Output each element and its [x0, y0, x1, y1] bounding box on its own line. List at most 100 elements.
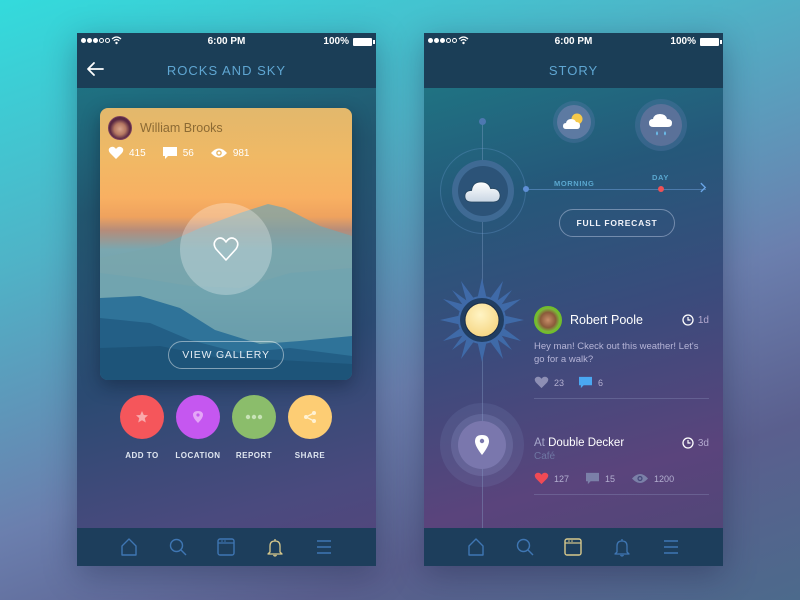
tab-home[interactable]: [465, 536, 487, 558]
partly-sunny-icon: [563, 113, 583, 129]
likes-count: 23: [554, 377, 565, 388]
checkin-time-value: 3d: [697, 437, 709, 449]
rocks-and-sky-screen: 6:00 PM 100% ROCKS AND SKY William Brook…: [77, 33, 376, 566]
location-button[interactable]: LOCATION: [175, 395, 221, 460]
eye-icon: [632, 474, 649, 483]
heart-outline-icon: [213, 237, 239, 261]
tab-search[interactable]: [167, 536, 189, 558]
views-count: 1200: [654, 473, 675, 484]
clock-icon: [682, 314, 694, 326]
search-icon: [169, 538, 187, 556]
photo-card[interactable]: William Brooks 415 56 981 VIEW GALLERY: [100, 108, 352, 380]
post-text: Hey man! Ckeck out this weather! Let's g…: [534, 341, 699, 365]
checkin-post[interactable]: At Double Decker 3d Café 127 15 1200: [534, 437, 709, 495]
heart-icon[interactable]: [534, 376, 549, 389]
tab-search[interactable]: [514, 536, 536, 558]
tab-menu[interactable]: [660, 536, 682, 558]
comment-icon[interactable]: [585, 472, 600, 485]
tab-notifications[interactable]: [264, 536, 286, 558]
full-forecast-button[interactable]: FULL FORECAST: [559, 209, 675, 237]
comment-icon[interactable]: [162, 146, 178, 160]
likes-count: 127: [554, 473, 570, 484]
views-count: 981: [232, 147, 250, 159]
partly-sunny-forecast[interactable]: [553, 101, 595, 143]
timeline-start-dot: [479, 118, 486, 125]
avatar[interactable]: [534, 306, 562, 334]
report-label: REPORT: [235, 451, 273, 460]
like-button[interactable]: [180, 203, 272, 295]
status-bar: 6:00 PM 100%: [424, 33, 723, 51]
tab-bar: [424, 528, 723, 566]
comments-count: 6: [598, 377, 604, 388]
morning-label: MORNING: [554, 179, 595, 188]
heart-icon[interactable]: [534, 472, 549, 485]
menu-icon: [316, 540, 331, 554]
post-author[interactable]: Robert Poole: [570, 313, 682, 327]
share-label: SHARE: [294, 451, 326, 460]
comments-count: 15: [605, 473, 616, 484]
rain-cloud-icon: [649, 114, 672, 136]
more-dots-icon: [245, 414, 263, 420]
clock-icon: [682, 437, 694, 449]
eye-icon: [210, 148, 227, 158]
location-label: LOCATION: [175, 451, 221, 460]
checkin-stats: 127 15 1200: [534, 472, 709, 485]
calendar-icon: [217, 538, 236, 556]
share-button[interactable]: SHARE: [288, 395, 332, 460]
avatar[interactable]: [108, 116, 132, 140]
heart-icon[interactable]: [108, 146, 124, 160]
rain-forecast[interactable]: [635, 99, 687, 151]
post-time: 1d: [682, 314, 709, 326]
tab-calendar[interactable]: [562, 536, 584, 558]
battery-percent: 100%: [670, 36, 696, 47]
location-pin-icon: [475, 435, 489, 455]
report-button[interactable]: REPORT: [232, 395, 276, 460]
divider: [534, 398, 709, 399]
checkin-place[interactable]: Double Decker: [548, 437, 624, 449]
home-icon: [121, 538, 137, 556]
view-gallery-button[interactable]: VIEW GALLERY: [168, 341, 284, 369]
battery-percent: 100%: [323, 36, 349, 47]
post-time-value: 1d: [697, 314, 709, 326]
story-post[interactable]: Robert Poole 1d Hey man! Ckeck out this …: [534, 306, 709, 399]
calendar-icon: [564, 538, 583, 556]
current-time-marker[interactable]: [658, 186, 664, 192]
add-to-button[interactable]: ADD TO: [120, 395, 164, 460]
action-buttons: ADD TO LOCATION REPORT SHARE: [100, 395, 352, 460]
comments-count: 56: [182, 147, 194, 159]
divider: [534, 494, 709, 495]
comment-icon[interactable]: [578, 376, 593, 389]
tab-bar: [77, 528, 376, 566]
checkin-time: 3d: [682, 437, 709, 449]
tab-calendar[interactable]: [215, 536, 237, 558]
bell-icon: [614, 539, 630, 557]
search-icon: [516, 538, 534, 556]
author-name[interactable]: William Brooks: [140, 121, 223, 135]
current-weather[interactable]: [452, 160, 514, 222]
checkin-prefix: At: [534, 437, 545, 449]
tab-home[interactable]: [118, 536, 140, 558]
star-icon: [136, 411, 148, 423]
nav-bar: ROCKS AND SKY: [77, 51, 376, 88]
page-title: ROCKS AND SKY: [166, 63, 287, 78]
story-screen: 6:00 PM 100% STORY MORNING DAY FULL FORE…: [424, 33, 723, 566]
tab-notifications[interactable]: [611, 536, 633, 558]
checkin-title: At Double Decker: [534, 437, 682, 449]
share-icon: [304, 411, 316, 423]
location-pin-icon: [193, 411, 203, 423]
location-node[interactable]: [440, 403, 524, 487]
page-title: STORY: [548, 63, 599, 78]
forecast-timeline: [526, 189, 706, 190]
card-stats: 415 56 981: [108, 146, 250, 160]
cloud-icon: [464, 181, 501, 202]
tab-menu[interactable]: [313, 536, 335, 558]
sun-node[interactable]: [440, 278, 524, 362]
chevron-right-icon[interactable]: [700, 182, 707, 196]
day-label: DAY: [652, 173, 669, 182]
menu-icon: [663, 540, 678, 554]
timeline-node: [523, 186, 529, 192]
add-to-label: ADD TO: [125, 451, 159, 460]
checkin-category: Café: [534, 451, 556, 462]
bell-icon: [267, 539, 283, 557]
card-author[interactable]: William Brooks: [108, 116, 223, 140]
